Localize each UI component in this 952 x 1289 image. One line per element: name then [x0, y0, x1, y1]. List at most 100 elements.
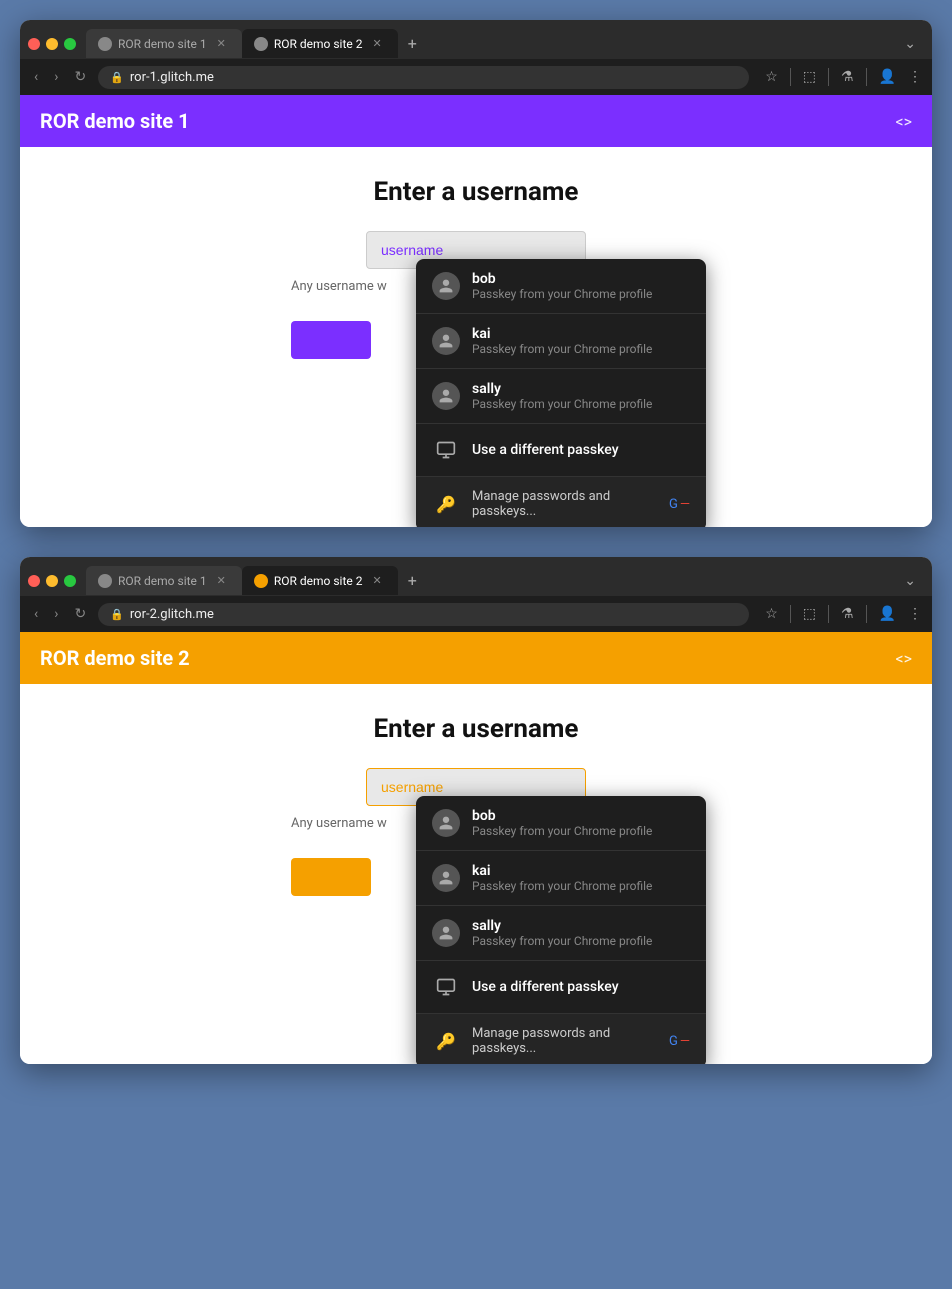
sep-1-2	[790, 605, 791, 623]
site-title-1: ROR demo site 1	[40, 109, 190, 133]
lock-icon: 🔒	[110, 71, 124, 84]
forward-button-2[interactable]: ›	[50, 602, 62, 626]
passkey-avatar-kai-1	[432, 327, 460, 355]
tab-favicon-2	[254, 37, 268, 51]
passkey-sub-sally-2: Passkey from your Chrome profile	[472, 934, 652, 948]
tab-2-ror-site-2-w2[interactable]: ROR demo site 2 ✕	[242, 566, 398, 595]
any-username-text-1: Any username w	[291, 279, 387, 294]
refresh-button[interactable]: ↻	[70, 65, 90, 89]
passkey-item-sally-1[interactable]: sally Passkey from your Chrome profile	[416, 369, 706, 424]
passkey-sub-sally-1: Passkey from your Chrome profile	[472, 397, 652, 411]
tab-chevron-icon-2[interactable]: ⌄	[896, 567, 924, 595]
passkey-item-kai-1[interactable]: kai Passkey from your Chrome profile	[416, 314, 706, 369]
tab-1-label: ROR demo site 1	[118, 37, 207, 51]
share-icon[interactable]: ⬚	[803, 69, 816, 85]
signin-button-1[interactable]	[291, 321, 371, 359]
passkey-name-bob-2: bob	[472, 808, 652, 824]
passkey-sub-bob-2: Passkey from your Chrome profile	[472, 824, 652, 838]
use-different-passkey-2[interactable]: Use a different passkey	[416, 961, 706, 1014]
maximize-button-2[interactable]	[64, 575, 76, 587]
address-row-1: ‹ › ↻ 🔒 ror-1.glitch.me ☆ ⬚ ⚗ 👤 ⋮	[20, 59, 932, 95]
tab-1-ror-site-1[interactable]: ROR demo site 1 ✕	[86, 29, 242, 58]
passkey-name-bob-1: bob	[472, 271, 652, 287]
profile-icon[interactable]: 👤	[879, 69, 896, 85]
passkey-sub-kai-1: Passkey from your Chrome profile	[472, 342, 652, 356]
tab-favicon-1-w2	[98, 574, 112, 588]
manage-passwords-label-2: Manage passwords and passkeys...	[472, 1026, 657, 1056]
manage-passwords-icon-1: 🔑	[432, 490, 460, 518]
passkey-item-kai-2[interactable]: kai Passkey from your Chrome profile	[416, 851, 706, 906]
tab-1-label-w2: ROR demo site 1	[118, 574, 207, 588]
passkey-avatar-bob-1	[432, 272, 460, 300]
tab-favicon-1	[98, 37, 112, 51]
tab-end-controls-2: ⌄	[896, 567, 924, 595]
passkey-name-sally-1: sally	[472, 381, 652, 397]
code-icon-2[interactable]: <>	[896, 649, 913, 668]
profile-icon-2[interactable]: 👤	[879, 606, 896, 622]
star-icon-2[interactable]: ☆	[765, 606, 778, 622]
passkey-name-kai-2: kai	[472, 863, 652, 879]
new-tab-button[interactable]: +	[398, 28, 427, 59]
lab-icon[interactable]: ⚗	[841, 69, 854, 85]
passkey-sub-kai-2: Passkey from your Chrome profile	[472, 879, 652, 893]
back-button-2[interactable]: ‹	[30, 602, 42, 626]
site-header-2: ROR demo site 2 <>	[20, 632, 932, 684]
manage-passwords-1[interactable]: 🔑 Manage passwords and passkeys... G—	[416, 477, 706, 527]
back-button[interactable]: ‹	[30, 65, 42, 89]
page-heading-2: Enter a username	[374, 714, 579, 744]
title-bar-1: ROR demo site 1 ✕ ROR demo site 2 ✕ + ⌄ …	[20, 20, 932, 95]
tab-1-close[interactable]: ✕	[213, 35, 230, 52]
url-text-2: ror-2.glitch.me	[130, 607, 737, 622]
passkey-info-bob-2: bob Passkey from your Chrome profile	[472, 808, 652, 838]
signin-button-2[interactable]	[291, 858, 371, 896]
page-heading-1: Enter a username	[374, 177, 579, 207]
passkey-item-sally-2[interactable]: sally Passkey from your Chrome profile	[416, 906, 706, 961]
code-icon-1[interactable]: <>	[896, 112, 913, 131]
address-bar-2[interactable]: 🔒 ror-2.glitch.me	[98, 603, 749, 626]
menu-icon-2[interactable]: ⋮	[908, 606, 922, 622]
tab-2-close-w2[interactable]: ✕	[368, 572, 385, 589]
use-different-passkey-1[interactable]: Use a different passkey	[416, 424, 706, 477]
sep-3	[866, 68, 867, 86]
lock-icon-2: 🔒	[110, 608, 124, 621]
passkey-avatar-kai-2	[432, 864, 460, 892]
tab-1-close-w2[interactable]: ✕	[213, 572, 230, 589]
tab-1-ror-site-1-w2[interactable]: ROR demo site 1 ✕	[86, 566, 242, 595]
site-title-2: ROR demo site 2	[40, 646, 190, 670]
passkey-item-bob-2[interactable]: bob Passkey from your Chrome profile	[416, 796, 706, 851]
tab-2-label-w2: ROR demo site 2	[274, 574, 363, 588]
address-bar-1[interactable]: 🔒 ror-1.glitch.me	[98, 66, 749, 89]
google-key-badge-2: G—	[669, 1034, 690, 1049]
tab-row-2: ROR demo site 1 ✕ ROR demo site 2 ✕ + ⌄	[20, 557, 932, 596]
share-icon-2[interactable]: ⬚	[803, 606, 816, 622]
page-content-1: Enter a username Any username w bob Pass…	[20, 147, 932, 527]
tab-row-1: ROR demo site 1 ✕ ROR demo site 2 ✕ + ⌄	[20, 20, 932, 59]
tab-favicon-2-w2	[254, 574, 268, 588]
tab-chevron-icon[interactable]: ⌄	[896, 30, 924, 58]
tab-end-controls: ⌄	[896, 30, 924, 58]
passkey-name-sally-2: sally	[472, 918, 652, 934]
passkey-info-sally-2: sally Passkey from your Chrome profile	[472, 918, 652, 948]
minimize-button-2[interactable]	[46, 575, 58, 587]
forward-button[interactable]: ›	[50, 65, 62, 89]
tab-2-close[interactable]: ✕	[368, 35, 385, 52]
close-button[interactable]	[28, 38, 40, 50]
passkey-name-kai-1: kai	[472, 326, 652, 342]
menu-icon[interactable]: ⋮	[908, 69, 922, 85]
google-key-badge-1: G—	[669, 497, 690, 512]
new-tab-button-2[interactable]: +	[398, 565, 427, 596]
refresh-button-2[interactable]: ↻	[70, 602, 90, 626]
minimize-button[interactable]	[46, 38, 58, 50]
maximize-button[interactable]	[64, 38, 76, 50]
star-icon[interactable]: ☆	[765, 69, 778, 85]
manage-passwords-2[interactable]: 🔑 Manage passwords and passkeys... G—	[416, 1014, 706, 1064]
traffic-lights-2	[28, 575, 76, 587]
tab-2-label: ROR demo site 2	[274, 37, 363, 51]
tab-2-ror-site-2[interactable]: ROR demo site 2 ✕	[242, 29, 398, 58]
lab-icon-2[interactable]: ⚗	[841, 606, 854, 622]
close-button-2[interactable]	[28, 575, 40, 587]
address-row-2: ‹ › ↻ 🔒 ror-2.glitch.me ☆ ⬚ ⚗ 👤 ⋮	[20, 596, 932, 632]
url-text-1: ror-1.glitch.me	[130, 70, 737, 85]
passkey-dropdown-2: bob Passkey from your Chrome profile kai…	[416, 796, 706, 1064]
passkey-item-bob-1[interactable]: bob Passkey from your Chrome profile	[416, 259, 706, 314]
